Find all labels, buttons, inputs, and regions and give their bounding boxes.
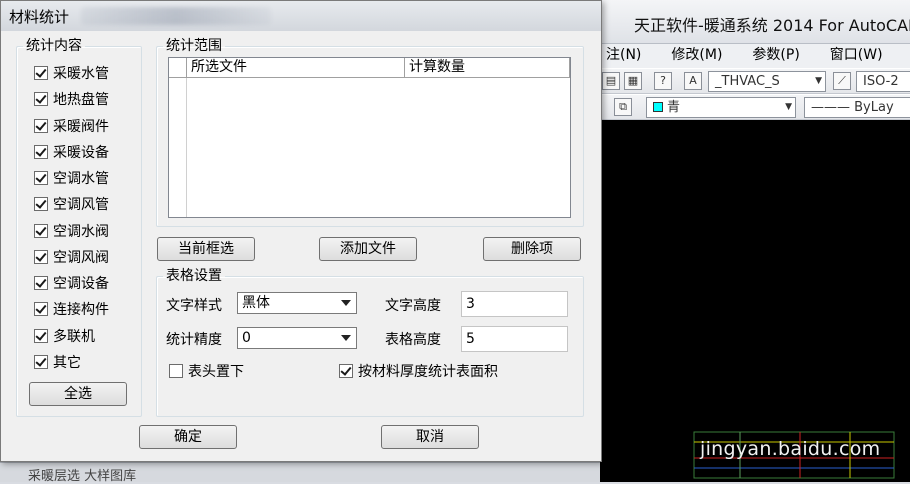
- menu-annotate[interactable]: 注(N): [606, 44, 641, 68]
- checkbox-ac-water-valve[interactable]: 空调水阀: [34, 221, 109, 240]
- menu-modify[interactable]: 修改(M): [671, 44, 722, 68]
- dialog-titlebar[interactable]: 材料统计: [1, 1, 601, 31]
- cad-toolbar-styles: ▤ ▦ ? A _THVAC_S ▼ ⟋ ISO-2: [600, 68, 910, 94]
- checkbox-box[interactable]: [34, 92, 48, 106]
- text-style-label: 文字样式: [166, 298, 222, 314]
- checkbox-multi-split[interactable]: 多联机: [34, 326, 95, 345]
- add-file-button[interactable]: 添加文件: [319, 237, 417, 261]
- text-style-select[interactable]: 黑体: [237, 292, 357, 314]
- select-all-button[interactable]: 全选: [29, 382, 127, 406]
- checkbox-box[interactable]: [34, 119, 48, 133]
- checkbox-box[interactable]: [34, 355, 48, 369]
- checkbox-ac-water-pipe[interactable]: 空调水管: [34, 168, 109, 187]
- table-height-label: 表格高度: [385, 332, 441, 348]
- checkbox-other[interactable]: 其它: [34, 352, 81, 371]
- file-list-header: 所选文件 计算数量: [169, 58, 570, 78]
- ok-button[interactable]: 确定: [139, 425, 237, 449]
- column-quantity[interactable]: 计算数量: [405, 58, 570, 77]
- dim-style-combo[interactable]: ISO-2: [856, 71, 910, 92]
- checkbox-area-by-thickness[interactable]: 按材料厚度统计表面积: [339, 361, 498, 380]
- material-stats-dialog: 材料统计 统计内容 采暖水管 地热盘管 采暖阀件 采暖设备 空调水管 空调风管 …: [0, 0, 602, 462]
- checkbox-label: 空调设备: [53, 276, 109, 292]
- color-swatch-icon: [653, 102, 663, 112]
- precision-label: 统计精度: [166, 332, 222, 348]
- checkbox-heating-pipe[interactable]: 采暖水管: [34, 63, 109, 82]
- menu-parameters[interactable]: 参数(P): [752, 44, 799, 68]
- chevron-down-icon: [341, 300, 351, 306]
- current-select-button[interactable]: 当前框选: [157, 237, 255, 261]
- checkbox-label: 采暖阀件: [53, 119, 109, 135]
- checkbox-box[interactable]: [169, 364, 183, 378]
- chevron-down-icon: [341, 335, 351, 341]
- tool-panel-text: 采暖层选 大样图库: [28, 469, 137, 484]
- linetype-combo[interactable]: ——— ByLay: [804, 97, 910, 118]
- checkbox-heating-equipment[interactable]: 采暖设备: [34, 142, 109, 161]
- checkbox-label: 连接构件: [53, 302, 109, 318]
- checkbox-label: 多联机: [53, 329, 95, 345]
- cad-window-title: 天正软件-暖通系统 2014 For AutoCAD 2: [634, 16, 910, 35]
- checkbox-label: 采暖水管: [53, 66, 109, 82]
- dim-style-icon[interactable]: ⟋: [833, 72, 851, 90]
- checkbox-floor-heating-coil[interactable]: 地热盘管: [34, 89, 109, 108]
- range-group-legend: 统计范围: [166, 38, 222, 54]
- checkbox-label: 采暖设备: [53, 145, 109, 161]
- checkbox-label: 其它: [53, 355, 81, 371]
- cad-toolbar-properties: ⧉ 青 ▼ ——— ByLay: [600, 94, 910, 120]
- checkbox-box[interactable]: [339, 364, 353, 378]
- file-list[interactable]: 所选文件 计算数量: [168, 57, 571, 218]
- checkbox-box[interactable]: [34, 197, 48, 211]
- checkbox-box[interactable]: [34, 66, 48, 80]
- checkbox-ac-equipment[interactable]: 空调设备: [34, 273, 109, 292]
- calculator-icon[interactable]: ▦: [624, 72, 642, 90]
- checkbox-label: 表头置下: [188, 364, 244, 380]
- checkbox-label: 空调风管: [53, 197, 109, 213]
- checkbox-connector[interactable]: 连接构件: [34, 299, 109, 318]
- titlebar-blur: [81, 7, 271, 25]
- checkbox-box[interactable]: [34, 329, 48, 343]
- checkbox-ac-duct[interactable]: 空调风管: [34, 194, 109, 213]
- menu-window[interactable]: 窗口(W): [830, 44, 883, 68]
- help-icon[interactable]: ?: [654, 72, 672, 90]
- checkbox-label: 空调风阀: [53, 250, 109, 266]
- table-height-input[interactable]: 5: [461, 326, 568, 352]
- print-icon[interactable]: ▤: [602, 72, 620, 90]
- row-header-column: [169, 78, 187, 217]
- cancel-button[interactable]: 取消: [381, 425, 479, 449]
- text-height-label: 文字高度: [385, 298, 441, 314]
- cad-menubar: 注(N) 修改(M) 参数(P) 窗口(W): [600, 44, 910, 68]
- dialog-title: 材料统计: [9, 8, 70, 26]
- checkbox-box[interactable]: [34, 224, 48, 238]
- tool-panel-strip: 采暖层选 大样图库: [0, 462, 600, 484]
- checkbox-box[interactable]: [34, 171, 48, 185]
- precision-select[interactable]: 0: [237, 327, 357, 349]
- watermark-text: jingyan.baidu.com: [700, 438, 881, 460]
- checkbox-header-bottom[interactable]: 表头置下: [169, 361, 244, 380]
- checkbox-heating-valve[interactable]: 采暖阀件: [34, 116, 109, 135]
- checkbox-label: 空调水管: [53, 171, 109, 187]
- checkbox-box[interactable]: [34, 302, 48, 316]
- delete-item-button[interactable]: 删除项: [483, 237, 581, 261]
- text-height-input[interactable]: 3: [461, 291, 568, 317]
- checkbox-label: 按材料厚度统计表面积: [358, 364, 498, 380]
- text-style-icon[interactable]: A: [684, 72, 702, 90]
- text-style-combo[interactable]: _THVAC_S ▼: [708, 71, 826, 92]
- color-combo[interactable]: 青 ▼: [646, 97, 796, 118]
- checkbox-label: 空调水阀: [53, 224, 109, 240]
- content-group-legend: 统计内容: [26, 38, 82, 54]
- layer-icon[interactable]: ⧉: [614, 98, 632, 116]
- row-header-corner: [169, 58, 187, 77]
- checkbox-box[interactable]: [34, 145, 48, 159]
- checkbox-ac-air-valve[interactable]: 空调风阀: [34, 247, 109, 266]
- table-settings-legend: 表格设置: [166, 268, 222, 284]
- checkbox-box[interactable]: [34, 250, 48, 264]
- checkbox-label: 地热盘管: [53, 92, 109, 108]
- column-selected-files[interactable]: 所选文件: [187, 58, 405, 77]
- checkbox-box[interactable]: [34, 276, 48, 290]
